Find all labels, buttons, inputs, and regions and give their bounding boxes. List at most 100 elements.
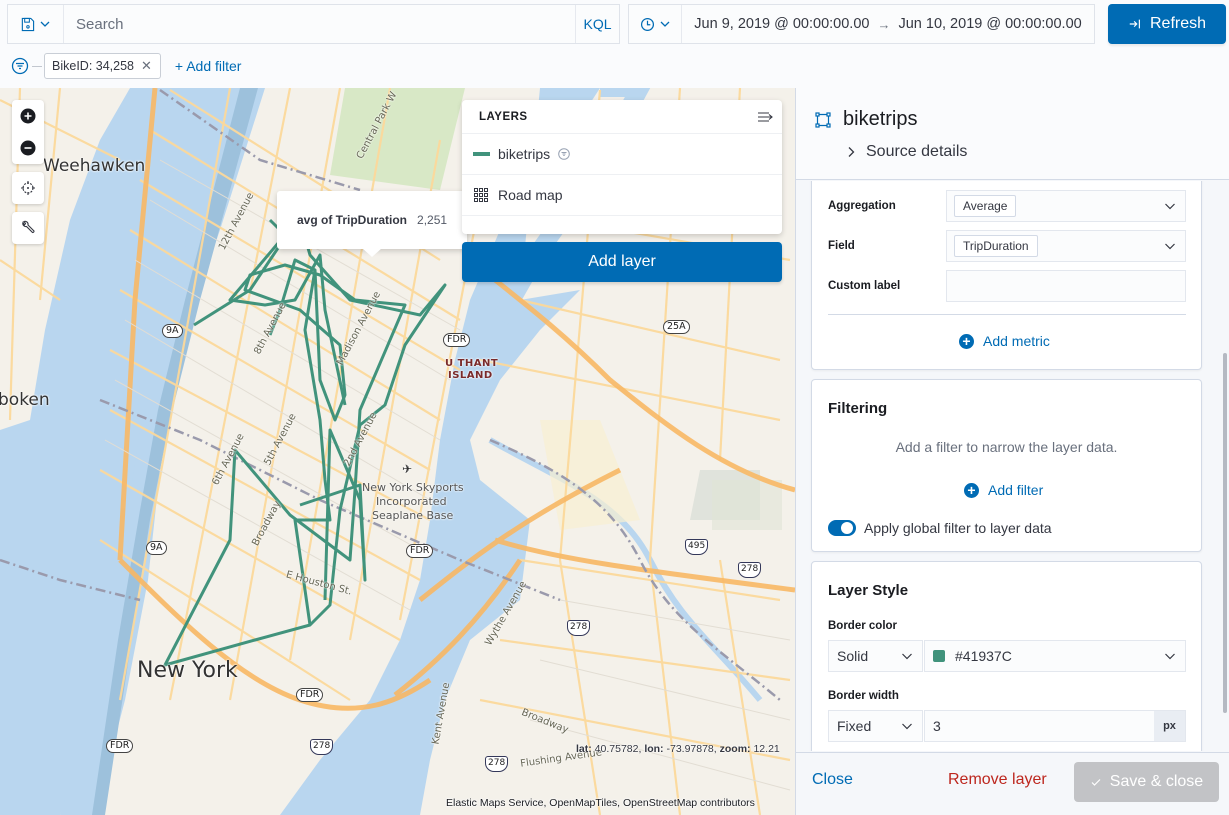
plus-circle-icon: + (959, 333, 974, 349)
border-color-picker[interactable]: #41937C (924, 640, 1186, 672)
map-attribution[interactable]: Elastic Maps Service, OpenMapTiles, Open… (446, 797, 755, 809)
chevron-down-icon (902, 653, 912, 660)
close-button[interactable]: Close (812, 771, 853, 789)
search-input[interactable] (64, 5, 575, 43)
lon-label: lon: (644, 743, 664, 755)
saved-query-button[interactable] (8, 5, 64, 43)
map-label-skyports: New York Skyports (362, 481, 464, 494)
airport-icon: ✈ (402, 462, 413, 476)
apply-global-filter-label: Apply global filter to layer data (864, 520, 1052, 536)
crosshair-icon (21, 181, 35, 195)
zoom-in-icon (20, 108, 36, 124)
zoom-out-icon (20, 140, 36, 156)
map-canvas[interactable]: Weehawken boken New York U THANT ISLAND … (0, 88, 795, 815)
border-width-value: 3 (933, 718, 941, 734)
filtering-title: Filtering (828, 400, 888, 417)
border-width-input[interactable]: 3 px (924, 710, 1186, 742)
plus-circle-icon: + (964, 482, 979, 498)
zoom-controls (12, 100, 44, 164)
border-width-type-select[interactable]: Fixed (828, 710, 923, 742)
field-row: Field TripDuration (828, 230, 1186, 262)
tools-button[interactable] (12, 212, 44, 244)
lat-label: lat: (576, 743, 592, 755)
layer-item-biketrips[interactable]: biketrips (462, 134, 782, 175)
tools-control (12, 212, 44, 244)
filtering-hint: Add a filter to narrow the layer data. (895, 439, 1118, 455)
map-label-new-york: New York (137, 658, 238, 683)
remove-layer-button[interactable]: Remove layer (948, 771, 1047, 789)
add-layer-button[interactable]: Add layer (462, 242, 782, 282)
interstate-shield: 278 (310, 739, 334, 755)
aggregation-value: Average (954, 195, 1017, 217)
zoom-in-button[interactable] (12, 100, 44, 132)
layer-item-road-map[interactable]: Road map (462, 175, 782, 216)
layer-editor-panel: biketrips Source details Aggregation Ave… (795, 88, 1229, 815)
add-metric-button[interactable]: + Add metric (959, 333, 1050, 349)
layer-style-title: Layer Style (828, 582, 909, 599)
layer-name: Road map (498, 187, 563, 203)
map-label-u-thant-island-2: ISLAND (448, 370, 493, 381)
route-shield: 9A (146, 541, 167, 555)
end-date[interactable]: Jun 10, 2019 @ 00:00:00.00 (898, 16, 1081, 32)
layer-style-card: Layer Style Border color Solid #41937C B… (811, 561, 1202, 751)
add-filter-link[interactable]: + Add filter (175, 58, 242, 74)
close-icon[interactable]: ✕ (141, 58, 152, 74)
start-date[interactable]: Jun 9, 2019 @ 00:00:00.00 (694, 16, 869, 32)
layer-color-swatch (473, 152, 490, 156)
border-width-label: Border width (828, 690, 899, 702)
set-view-button[interactable] (12, 172, 44, 204)
layer-control-header: LAYERS (462, 100, 782, 134)
apply-global-filter-row: Apply global filter to layer data (828, 520, 1052, 536)
panel-scrollbar[interactable] (1223, 353, 1227, 713)
zoom-value: 12.21 (753, 743, 780, 755)
filter-pill[interactable]: BikeID: 34,258 ✕ (44, 53, 161, 79)
filter-menu-icon[interactable] (11, 57, 29, 75)
custom-label-row: Custom label (828, 270, 1186, 302)
check-icon (1091, 779, 1101, 786)
add-filter-label: Add filter (988, 482, 1044, 498)
tooltip-key: avg of TripDuration (297, 213, 408, 227)
custom-label-input[interactable] (946, 270, 1186, 302)
zoom-label: zoom: (719, 743, 751, 755)
apply-global-filter-toggle[interactable] (828, 520, 856, 536)
unit-append: px (1154, 711, 1185, 741)
aggregation-row: Aggregation Average (828, 190, 1186, 222)
save-close-button[interactable]: Save & close (1074, 762, 1219, 802)
layer-name: biketrips (498, 146, 551, 162)
interstate-shield: 278 (738, 562, 762, 578)
filter-bar: BikeID: 34,258 ✕ + Add filter (0, 48, 795, 84)
layer-control-title: LAYERS (479, 110, 528, 123)
zoom-out-button[interactable] (12, 132, 44, 164)
aggregation-select[interactable]: Average (946, 190, 1186, 222)
route-shield: 9A (162, 324, 183, 338)
chevron-down-icon (1165, 243, 1175, 250)
save-close-label: Save & close (1109, 773, 1204, 790)
coordinate-readout: lat: 40.75782, lon: -73.97878, zoom: 12.… (576, 743, 780, 755)
chevron-down-icon (1165, 203, 1175, 210)
grid-icon (474, 188, 488, 202)
custom-label-label: Custom label (828, 280, 901, 292)
map-label-u-thant-island: U THANT (445, 358, 499, 369)
border-width-type-value: Fixed (837, 718, 872, 734)
panel-body: Aggregation Average Field TripDuration C… (796, 181, 1229, 751)
clock-icon (640, 17, 654, 31)
panel-header: biketrips Source details (796, 88, 1229, 180)
field-value: TripDuration (954, 235, 1038, 257)
refresh-button[interactable]: Refresh (1108, 4, 1226, 44)
filtering-card: Filtering Add a filter to narrow the lay… (811, 379, 1202, 552)
query-language-button[interactable]: KQL (575, 5, 619, 43)
divider (32, 65, 42, 67)
field-select[interactable]: TripDuration (946, 230, 1186, 262)
add-layer-filter-button[interactable]: + Add filter (964, 482, 1043, 498)
quick-select-button[interactable] (629, 5, 682, 43)
source-details-toggle[interactable]: Source details (846, 143, 967, 161)
refresh-label: Refresh (1149, 15, 1207, 32)
border-color-value: #41937C (955, 648, 1012, 664)
filter-pill-label: BikeID: 34,258 (52, 59, 134, 73)
collapse-right-icon[interactable] (757, 110, 773, 124)
map-label-weehawken: Weehawken (43, 156, 146, 176)
border-color-type-select[interactable]: Solid (828, 640, 923, 672)
layer-control: LAYERS biketrips Road map (462, 100, 782, 234)
layer-title: biketrips (843, 108, 918, 130)
border-color-label: Border color (828, 620, 898, 632)
